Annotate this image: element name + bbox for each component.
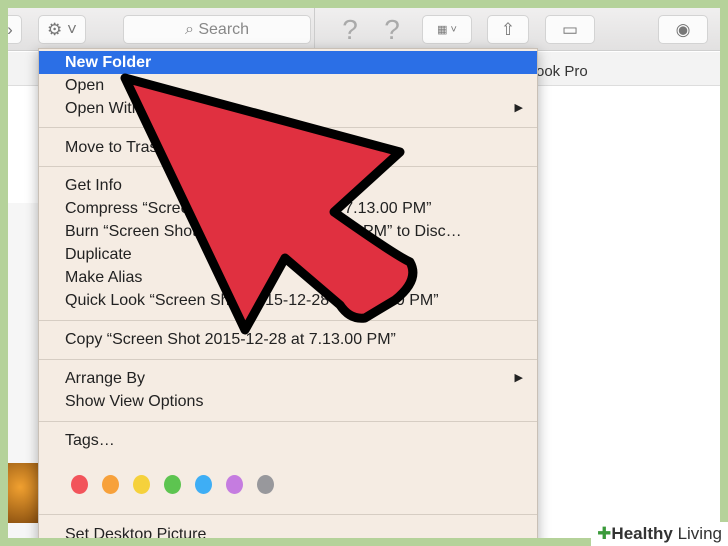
pointer-arrow-annotation [120,73,418,335]
watermark: ✚Healthy Living [591,522,728,546]
plus-leaf-icon: ✚ [597,524,612,543]
